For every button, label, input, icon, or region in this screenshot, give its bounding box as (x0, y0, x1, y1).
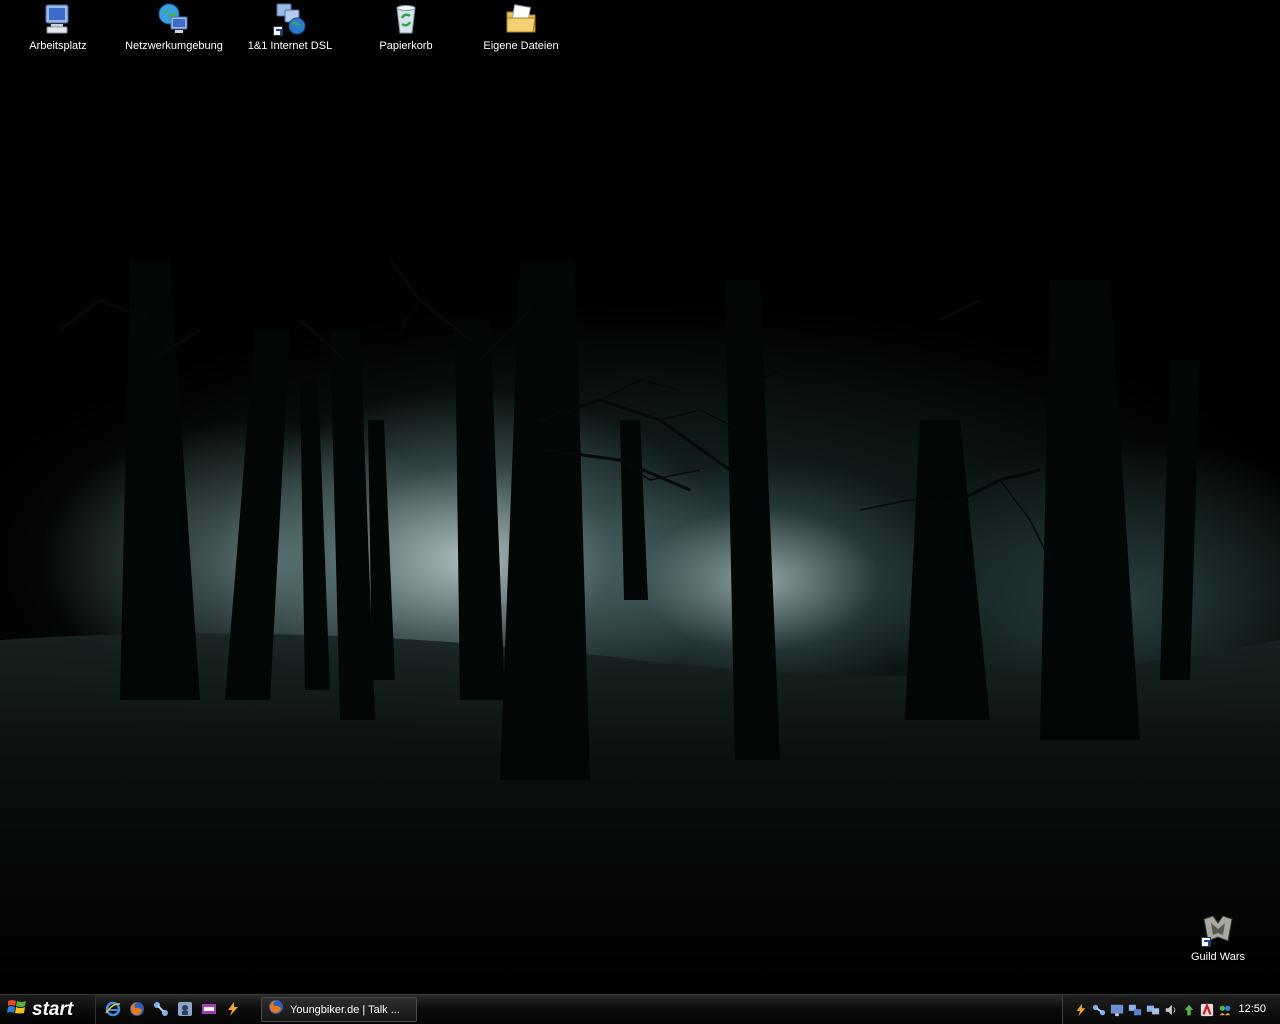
clock[interactable]: 12:50 (1238, 1003, 1266, 1015)
my-documents-icon (504, 2, 538, 36)
antivirus-icon[interactable] (1199, 1002, 1214, 1017)
network-tray-icon[interactable] (1091, 1002, 1106, 1017)
dsl-connection-icon (273, 2, 307, 36)
desktop-icon-my-documents[interactable]: Eigene Dateien (466, 2, 576, 53)
network-tool-icon[interactable] (152, 1000, 169, 1017)
desktop-icon-dsl-connection[interactable]: 1&1 Internet DSL (235, 2, 345, 53)
desktop-icon-recycle-bin[interactable]: Papierkorb (351, 2, 461, 53)
desktop-icon-label: Netzwerkumgebung (125, 40, 223, 52)
taskbar-window-button[interactable]: Youngbiker.de | Talk ... (261, 997, 417, 1022)
update-icon[interactable] (1181, 1002, 1196, 1017)
desktop-icon-network-places[interactable]: Netzwerkumgebung (119, 2, 229, 53)
guild-wars-icon (1201, 913, 1235, 947)
desktop-wallpaper (0, 0, 1280, 994)
recycle-bin-icon (389, 2, 423, 36)
windows-logo-icon (7, 998, 27, 1021)
quick-launch-toolbar (104, 1000, 241, 1020)
system-tray: 12:50 (1062, 995, 1280, 1024)
desktop-icon-guild-wars[interactable]: Guild Wars (1163, 913, 1273, 964)
my-computer-icon (41, 2, 75, 36)
taskbar: start Youngbiker.de | Talk ... 12:50 (0, 994, 1280, 1024)
winamp-icon[interactable] (224, 1000, 241, 1017)
desktop-icon-label: Eigene Dateien (483, 40, 559, 52)
desktop-icon-label: Guild Wars (1191, 951, 1245, 963)
media-player-icon[interactable] (176, 1000, 193, 1017)
desktop-icon-my-computer[interactable]: Arbeitsplatz (3, 2, 113, 53)
network-places-icon (157, 2, 191, 36)
display-tray-icon[interactable] (1109, 1002, 1124, 1017)
desktop-icon-label: Papierkorb (379, 40, 433, 52)
network-connection-icon[interactable] (1145, 1002, 1160, 1017)
shortcut-arrow-icon (1201, 937, 1211, 947)
messenger-icon[interactable] (1217, 1002, 1232, 1017)
desktop-icon-label: 1&1 Internet DSL (247, 40, 333, 52)
taskbar-window-title: Youngbiker.de | Talk ... (290, 1003, 400, 1016)
internet-explorer-icon[interactable] (104, 1000, 121, 1017)
start-label: start (32, 998, 74, 1020)
firefox-icon[interactable] (128, 1000, 145, 1017)
firefox-icon (268, 999, 284, 1020)
winamp-tray-icon[interactable] (1073, 1002, 1088, 1017)
sound-icon[interactable] (1163, 1002, 1178, 1017)
lan-connection-icon[interactable] (1127, 1002, 1142, 1017)
desktop-icon-label: Arbeitsplatz (29, 40, 87, 52)
shortcut-arrow-icon (273, 26, 283, 36)
start-button[interactable]: start (0, 995, 96, 1024)
app-icon[interactable] (200, 1000, 217, 1017)
